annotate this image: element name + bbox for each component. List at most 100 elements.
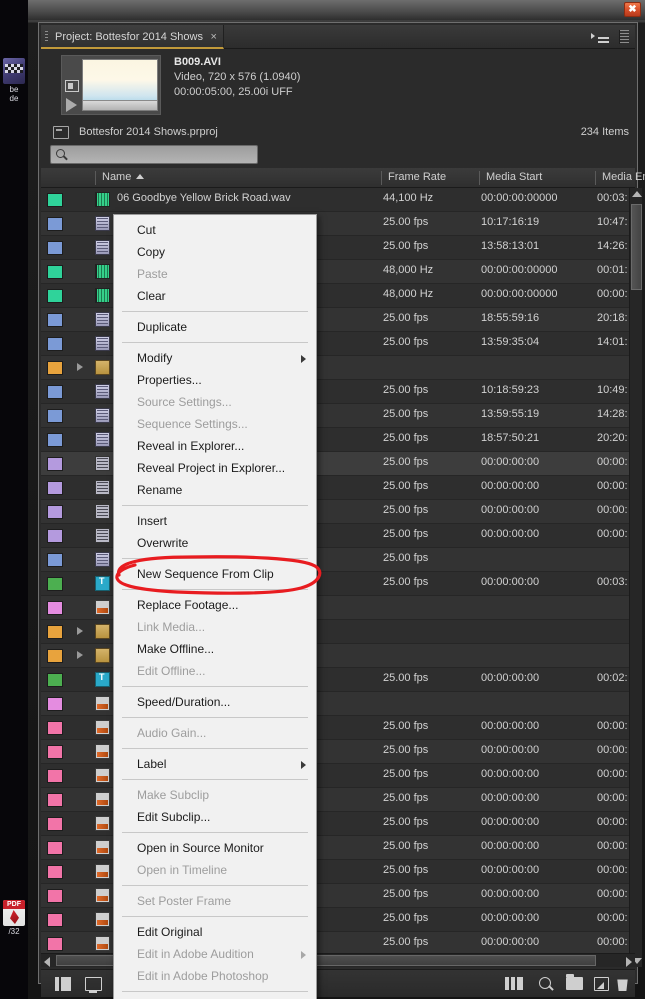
label-color-swatch[interactable] [47, 457, 63, 471]
label-color-swatch[interactable] [47, 841, 63, 855]
menu-item-reveal-project-in-explorer[interactable]: Reveal Project in Explorer... [114, 457, 316, 479]
label-color-swatch[interactable] [47, 649, 63, 663]
menu-item-rename[interactable]: Rename [114, 479, 316, 501]
label-color-swatch[interactable] [47, 793, 63, 807]
menu-item-clear[interactable]: Clear [114, 285, 316, 307]
disclosure-triangle-icon[interactable] [77, 651, 83, 659]
label-color-swatch[interactable] [47, 265, 63, 279]
label-color-swatch[interactable] [47, 289, 63, 303]
menu-item-overwrite[interactable]: Overwrite [114, 532, 316, 554]
menu-item-edit-original[interactable]: Edit Original [114, 921, 316, 943]
label-color-swatch[interactable] [47, 817, 63, 831]
submenu-arrow-icon [301, 355, 306, 363]
clip-type-icon [95, 480, 110, 495]
tab-close-icon[interactable]: × [211, 25, 217, 49]
label-color-swatch[interactable] [47, 625, 63, 639]
label-color-swatch[interactable] [47, 937, 63, 951]
clip-type-icon [95, 504, 110, 519]
menu-item-label: Overwrite [137, 536, 189, 550]
scroll-left-icon[interactable] [44, 957, 50, 967]
clip-type-icon [95, 288, 110, 303]
new-item-icon[interactable] [594, 977, 609, 991]
search-field[interactable] [50, 145, 258, 164]
menu-item-modify[interactable]: Modify [114, 347, 316, 369]
column-header-frame-rate[interactable]: Frame Rate [381, 171, 479, 185]
label-color-swatch[interactable] [47, 601, 63, 615]
label-color-swatch[interactable] [47, 241, 63, 255]
menu-item-open-in-source-monitor[interactable]: Open in Source Monitor [114, 837, 316, 859]
vertical-scroll-thumb[interactable] [631, 204, 642, 290]
label-color-swatch[interactable] [47, 769, 63, 783]
clip-type-icon [95, 384, 110, 399]
label-color-swatch[interactable] [47, 577, 63, 591]
menu-item-copy[interactable]: Copy [114, 241, 316, 263]
new-bin-icon[interactable] [566, 974, 583, 990]
label-color-swatch[interactable] [47, 721, 63, 735]
clip-type-icon [95, 912, 110, 927]
label-color-swatch[interactable] [47, 193, 63, 207]
menu-item-label: Insert [137, 514, 168, 528]
panel-drag-grip[interactable] [619, 30, 629, 44]
label-color-swatch[interactable] [47, 913, 63, 927]
clip-type-icon [95, 360, 110, 375]
menu-item-new-sequence-from-clip[interactable]: New Sequence From Clip [114, 563, 316, 585]
column-header-media-start[interactable]: Media Start [479, 171, 595, 185]
label-color-swatch[interactable] [47, 337, 63, 351]
go-up-folder-icon[interactable] [53, 126, 69, 139]
menu-separator [122, 832, 308, 833]
label-color-swatch[interactable] [47, 481, 63, 495]
label-color-swatch[interactable] [47, 385, 63, 399]
label-color-swatch[interactable] [47, 745, 63, 759]
desktop-icon-media[interactable]: be de [0, 58, 28, 103]
menu-item-cut[interactable]: Cut [114, 219, 316, 241]
table-row[interactable]: 06 Goodbye Yellow Brick Road.wav 44,100 H… [41, 188, 635, 212]
play-icon[interactable] [66, 98, 77, 112]
menu-item-reveal-in-explorer[interactable]: Reveal in Explorer... [114, 435, 316, 457]
label-color-swatch[interactable] [47, 697, 63, 711]
menu-item-speed-duration[interactable]: Speed/Duration... [114, 691, 316, 713]
menu-separator [122, 916, 308, 917]
label-color-swatch[interactable] [47, 217, 63, 231]
menu-item-label: Reveal in Explorer... [137, 439, 245, 453]
label-color-swatch[interactable] [47, 529, 63, 543]
scroll-right-icon[interactable] [626, 957, 632, 967]
clip-type-icon [95, 888, 110, 903]
list-view-icon[interactable] [55, 977, 71, 991]
poster-frame-icon[interactable] [65, 80, 79, 92]
context-menu[interactable]: Cut Copy Paste Clear Duplicate Modify Properti… [113, 214, 317, 999]
vertical-scrollbar[interactable] [629, 188, 642, 967]
menu-item-duplicate[interactable]: Duplicate [114, 316, 316, 338]
column-header-name[interactable]: Name [95, 171, 381, 185]
find-icon[interactable] [539, 977, 551, 989]
label-color-swatch[interactable] [47, 553, 63, 567]
menu-item-insert[interactable]: Insert [114, 510, 316, 532]
desktop-icon-pdf[interactable]: /32 [0, 900, 28, 936]
column-header-media-end[interactable]: Media End [595, 171, 645, 185]
search-input[interactable] [71, 147, 251, 162]
desktop-icon-media-label: be de [9, 85, 19, 103]
icon-view-icon[interactable] [85, 977, 102, 993]
menu-item-replace-footage[interactable]: Replace Footage... [114, 594, 316, 616]
scroll-up-icon[interactable] [632, 191, 642, 197]
delete-icon[interactable] [617, 979, 628, 991]
tab-project[interactable]: Project: Bottesfor 2014 Shows × [41, 25, 224, 49]
label-color-swatch[interactable] [47, 433, 63, 447]
label-color-swatch[interactable] [47, 865, 63, 879]
disclosure-triangle-icon[interactable] [77, 363, 83, 371]
label-color-swatch[interactable] [47, 313, 63, 327]
freeform-view-icon[interactable] [505, 977, 523, 990]
panel-menu-icon[interactable] [591, 30, 609, 44]
close-button[interactable]: ✖ [624, 2, 641, 17]
label-color-swatch[interactable] [47, 361, 63, 375]
label-color-swatch[interactable] [47, 409, 63, 423]
menu-item-label[interactable]: Label [114, 753, 316, 775]
label-color-swatch[interactable] [47, 889, 63, 903]
label-color-swatch[interactable] [47, 673, 63, 687]
cell-media-start: 00:00:00:00 [481, 528, 540, 540]
menu-item-properties[interactable]: Properties... [114, 369, 316, 391]
menu-item-make-offline[interactable]: Make Offline... [114, 638, 316, 660]
disclosure-triangle-icon[interactable] [77, 627, 83, 635]
label-color-swatch[interactable] [47, 505, 63, 519]
clip-thumbnail[interactable] [82, 59, 158, 111]
menu-item-edit-subclip[interactable]: Edit Subclip... [114, 806, 316, 828]
